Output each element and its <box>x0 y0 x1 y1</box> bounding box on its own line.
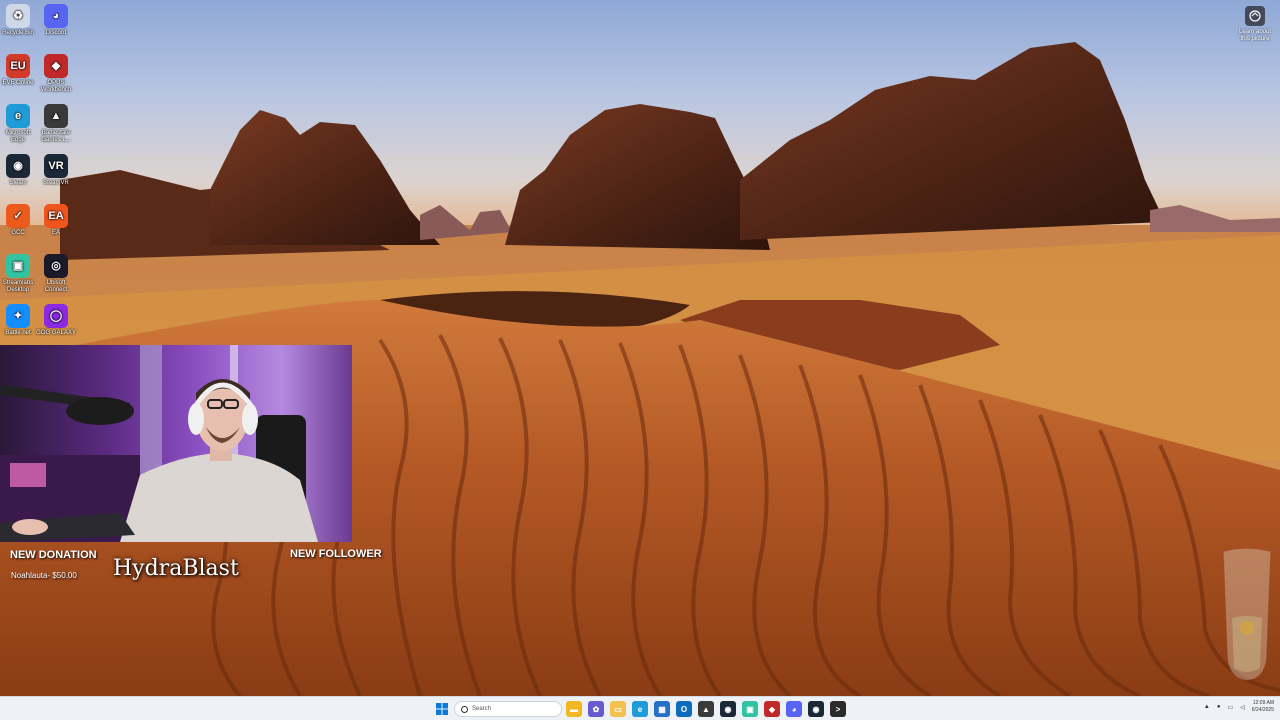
ea-icon: EA <box>44 204 68 228</box>
volume-icon[interactable]: ◁ <box>1240 704 1245 711</box>
desktop-icon[interactable]: ◎ Ubisoft Connect <box>36 254 76 294</box>
battlestate-icon[interactable]: ▲ <box>698 701 714 717</box>
desktop-icon-label: Steam <box>9 180 27 186</box>
new-donation-title: NEW DONATION <box>10 549 97 561</box>
outlook-icon[interactable]: O <box>676 701 692 717</box>
desktop-icon[interactable]: ✦ Battle.net <box>0 304 38 337</box>
webcam-overlay <box>0 345 352 542</box>
ubisoft-icon: ◎ <box>44 254 68 278</box>
steamvr-icon: VR <box>44 154 68 178</box>
clock-time: 12:09 AM <box>1252 700 1274 706</box>
desktop-icon[interactable]: ◉ Steam <box>0 154 38 187</box>
network-icon[interactable]: ▭ <box>1227 704 1233 711</box>
desktop-icon-label: Battle.net <box>5 330 31 336</box>
desktop-icon-label: SteamVR <box>43 180 69 186</box>
camera-icon <box>1245 6 1265 26</box>
gcc-icon: ✓ <box>6 204 30 228</box>
beer-glass-widget <box>1223 548 1271 681</box>
search-icon <box>461 705 468 713</box>
desktop-icon[interactable]: ♻ Recycle Bin <box>0 4 38 37</box>
discord-icon: ◕ <box>44 4 68 28</box>
steam-icon[interactable]: ◉ <box>720 701 736 717</box>
desktop-icon[interactable]: ✓ GCC <box>0 204 38 237</box>
follower-name: HydraBlast <box>113 556 239 581</box>
store-icon[interactable]: ▦ <box>654 701 670 717</box>
folder-icon[interactable]: ▭ <box>610 701 626 717</box>
clock-date: 6/24/2025 <box>1251 707 1274 713</box>
desktop-icon[interactable]: e Microsoft Edge <box>0 104 38 144</box>
desktop-wallpaper: ♻ Recycle Bin ◕ Discord EU EVE Online ◆ OPUS Wo… <box>0 0 1280 696</box>
learn-label: Learn about this picture <box>1238 29 1272 42</box>
desktop-icon-label: Recycle Bin <box>2 30 34 36</box>
desktop-icon[interactable]: EA EA <box>36 204 76 237</box>
desktop-icon-label: EVE Online <box>2 80 34 86</box>
desktop-icon-label: GOG GALAXY <box>36 330 76 336</box>
desktop-icon[interactable]: ◯ GOG GALAXY <box>36 304 76 337</box>
desktop-icon-label: OPUS Workbench <box>40 80 72 93</box>
steamvr-icon[interactable]: ◉ <box>808 701 824 717</box>
opus-icon: ◆ <box>44 54 68 78</box>
eve-online-icon: EU <box>6 54 30 78</box>
steam-icon: ◉ <box>6 154 30 178</box>
taskbar-search[interactable]: Search <box>454 701 562 717</box>
battlestate-icon: ▲ <box>44 104 68 128</box>
file-explorer-icon[interactable]: ▬ <box>566 701 582 717</box>
start-button[interactable] <box>434 701 450 717</box>
desktop-icon-label: Discord <box>45 30 67 36</box>
clock[interactable]: 12:09 AM 6/24/2025 <box>1252 700 1274 714</box>
edge-icon[interactable]: e <box>632 701 648 717</box>
chevron-up-icon[interactable]: ▲ <box>1204 704 1210 710</box>
desktop-icon-label: Battlestate Games L... <box>41 130 71 143</box>
terminal-icon[interactable]: > <box>830 701 846 717</box>
search-placeholder: Search <box>472 706 492 712</box>
desktop-icon-label: Microsoft Edge <box>5 130 31 143</box>
desktop-icon-label: Ubisoft Connect <box>44 280 68 293</box>
system-tray: ▲ ● ▭ ◁ 12:09 AM 6/24/2025 <box>1204 700 1274 714</box>
desktop-icon[interactable]: EU EVE Online <box>0 54 38 87</box>
edge-icon: e <box>6 104 30 128</box>
recycle-bin-icon: ♻ <box>6 4 30 28</box>
desktop-icon[interactable]: ◆ OPUS Workbench <box>36 54 76 94</box>
copilot-icon[interactable]: ✿ <box>588 701 604 717</box>
gog-icon: ◯ <box>44 304 68 328</box>
discord-icon[interactable]: ◕ <box>786 701 802 717</box>
streamlabs-icon: ▣ <box>6 254 30 278</box>
streamer-camera <box>0 345 318 542</box>
desktop-icon[interactable]: ▣ Streamlabs Desktop <box>0 254 38 294</box>
desktop-icon-label: Streamlabs Desktop <box>2 280 34 293</box>
desktop-icon[interactable]: VR SteamVR <box>36 154 76 187</box>
desktop-icon[interactable]: ◕ Discord <box>36 4 76 37</box>
windows-icon <box>436 703 448 715</box>
learn-about-picture[interactable]: Learn about this picture <box>1236 6 1274 43</box>
taskbar: Search ▬ ✿ ▭ e ▦ O ▲ ◉ ▣ ◆ ◕ ◉ > ▲ ● ▭ ◁ 12:09 AM 6/… <box>0 696 1280 720</box>
desktop-icon-label: EA <box>51 230 60 236</box>
desktop-icon-label: GCC <box>11 230 25 236</box>
streamlabs-icon[interactable]: ▣ <box>742 701 758 717</box>
microphone-icon[interactable]: ● <box>1217 704 1221 710</box>
new-follower-title: NEW FOLLOWER <box>290 548 382 560</box>
opus-icon[interactable]: ◆ <box>764 701 780 717</box>
battlenet-icon: ✦ <box>6 304 30 328</box>
donation-value: Noahlauta- $50.00 <box>11 571 77 580</box>
desktop-icon[interactable]: ▲ Battlestate Games L... <box>36 104 76 144</box>
